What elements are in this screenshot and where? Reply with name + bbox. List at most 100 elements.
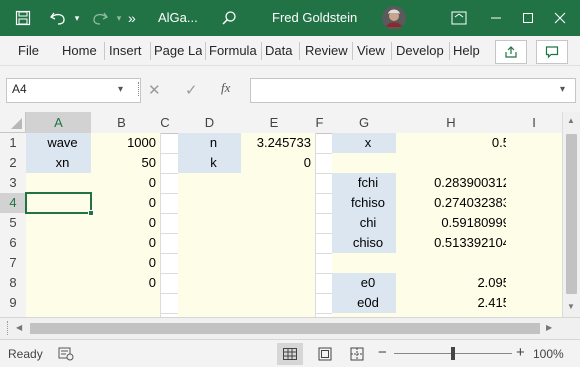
scroll-left-icon[interactable]: ◀ — [16, 323, 22, 332]
cell-d9[interactable] — [178, 293, 250, 314]
row-header-5[interactable]: 5 — [0, 213, 27, 234]
column-header-b[interactable]: B — [91, 112, 153, 134]
cell-a6[interactable] — [26, 233, 100, 254]
zoom-out-button[interactable]: − — [378, 344, 387, 361]
save-icon[interactable] — [12, 0, 34, 36]
cell-e9[interactable] — [241, 293, 316, 314]
vertical-scroll-thumb[interactable] — [566, 134, 577, 294]
cell-a1[interactable]: wave — [26, 133, 100, 154]
minimize-icon[interactable] — [484, 0, 508, 36]
page-break-view-icon[interactable] — [350, 347, 364, 366]
cell-a2[interactable]: xn — [26, 153, 100, 174]
cell-h3[interactable]: 0.283900312 — [396, 173, 515, 194]
tab-review[interactable]: Review — [305, 36, 349, 66]
cell-h4[interactable]: 0.274032383 — [396, 193, 515, 214]
tab-developer[interactable]: Develop — [396, 36, 448, 66]
cell-h2[interactable] — [396, 153, 515, 174]
cell-h9[interactable]: 2.415 — [396, 293, 515, 314]
cell-h8[interactable]: 2.095 — [396, 273, 515, 294]
worksheet-grid[interactable]: A B C D E F G H I 1 2 3 4 5 6 7 8 9 wave… — [0, 112, 580, 317]
cell-g9[interactable]: e0d — [332, 293, 405, 314]
cell-b7[interactable]: 0 — [91, 253, 161, 274]
row-header-1[interactable]: 1 — [0, 133, 27, 154]
comments-button[interactable] — [536, 40, 568, 64]
cell-g2[interactable] — [332, 153, 405, 174]
cell-e3[interactable] — [241, 173, 316, 194]
user-name[interactable]: Fred Goldstein — [272, 0, 357, 36]
column-header-h[interactable]: H — [396, 112, 507, 134]
column-header-d[interactable]: D — [178, 112, 242, 134]
scroll-up-icon[interactable]: ▲ — [567, 116, 575, 125]
enter-entry-icon[interactable]: ✓ — [185, 81, 198, 99]
tab-help[interactable]: Help — [453, 36, 483, 66]
formula-bar-grip[interactable] — [138, 82, 141, 96]
row-header-3[interactable]: 3 — [0, 173, 27, 194]
formula-input[interactable] — [250, 78, 576, 103]
column-header-e[interactable]: E — [241, 112, 308, 134]
row-header-6[interactable]: 6 — [0, 233, 27, 254]
cell-a8[interactable] — [26, 273, 100, 294]
cell-g3[interactable]: fchi — [332, 173, 405, 194]
cell-g4[interactable]: fchiso — [332, 193, 405, 214]
cell-e7[interactable] — [241, 253, 316, 274]
cell-b2[interactable]: 50 — [91, 153, 161, 174]
row-header-2[interactable]: 2 — [0, 153, 27, 174]
cell-a5[interactable] — [26, 213, 100, 234]
cell-b6[interactable]: 0 — [91, 233, 161, 254]
cell-b4[interactable]: 0 — [91, 193, 161, 214]
scroll-right-icon[interactable]: ▶ — [546, 323, 552, 332]
close-icon[interactable] — [548, 0, 572, 36]
cell-d6[interactable] — [178, 233, 250, 254]
horizontal-scroll-thumb[interactable] — [30, 323, 540, 334]
cell-a3[interactable] — [26, 173, 100, 194]
cell-h1[interactable]: 0.5 — [396, 133, 515, 154]
cell-g6[interactable]: chiso — [332, 233, 405, 254]
scroll-down-icon[interactable]: ▼ — [567, 302, 575, 311]
more-commands-icon[interactable]: » — [128, 0, 136, 36]
cell-g5[interactable]: chi — [332, 213, 405, 234]
cell-b1[interactable]: 1000 — [91, 133, 161, 154]
name-box-dropdown-icon[interactable]: ▾ — [118, 84, 123, 95]
vertical-scrollbar[interactable]: ▲ ▼ — [562, 112, 580, 317]
tab-page-layout[interactable]: Page La — [154, 36, 202, 66]
sheet-tab-splitter[interactable] — [0, 321, 8, 335]
ribbon-display-icon[interactable] — [448, 0, 470, 36]
share-button[interactable] — [495, 40, 527, 64]
cell-g7[interactable] — [332, 253, 405, 274]
cancel-entry-icon[interactable]: ✕ — [148, 81, 161, 99]
undo-icon[interactable] — [46, 0, 70, 36]
insert-function-button[interactable]: fx — [221, 80, 230, 96]
cell-h5[interactable]: 0.59180999 — [396, 213, 515, 234]
search-icon[interactable] — [218, 0, 240, 36]
maximize-icon[interactable] — [516, 0, 540, 36]
column-header-i[interactable]: I — [506, 112, 563, 134]
row-header-8[interactable]: 8 — [0, 273, 27, 294]
cell-g8[interactable]: e0 — [332, 273, 405, 294]
cell-h7[interactable] — [396, 253, 515, 274]
cell-d3[interactable] — [178, 173, 250, 194]
cell-e4[interactable] — [241, 193, 316, 214]
column-header-f[interactable]: F — [307, 112, 333, 134]
tab-formulas[interactable]: Formula — [209, 36, 259, 66]
zoom-level[interactable]: 100% — [533, 340, 564, 368]
cell-a7[interactable] — [26, 253, 100, 274]
row-header-9[interactable]: 9 — [0, 293, 27, 314]
cell-d4[interactable] — [178, 193, 250, 214]
cell-d8[interactable] — [178, 273, 250, 294]
cell-b8[interactable]: 0 — [91, 273, 161, 294]
active-cell-selection[interactable] — [25, 192, 92, 214]
tab-insert[interactable]: Insert — [109, 36, 149, 66]
cell-a9[interactable] — [26, 293, 100, 314]
row-header-4[interactable]: 4 — [0, 193, 28, 214]
zoom-slider-thumb[interactable] — [451, 347, 455, 360]
page-layout-view-icon[interactable] — [318, 347, 332, 366]
row-header-7[interactable]: 7 — [0, 253, 27, 274]
cell-d2[interactable]: k — [178, 153, 250, 174]
normal-view-button[interactable] — [277, 343, 303, 365]
tab-home[interactable]: Home — [62, 36, 100, 66]
expand-formula-bar-icon[interactable]: ▾ — [560, 84, 565, 95]
cell-d7[interactable] — [178, 253, 250, 274]
column-header-g[interactable]: G — [332, 112, 397, 134]
cell-b5[interactable]: 0 — [91, 213, 161, 234]
zoom-in-button[interactable]: + — [516, 344, 525, 361]
